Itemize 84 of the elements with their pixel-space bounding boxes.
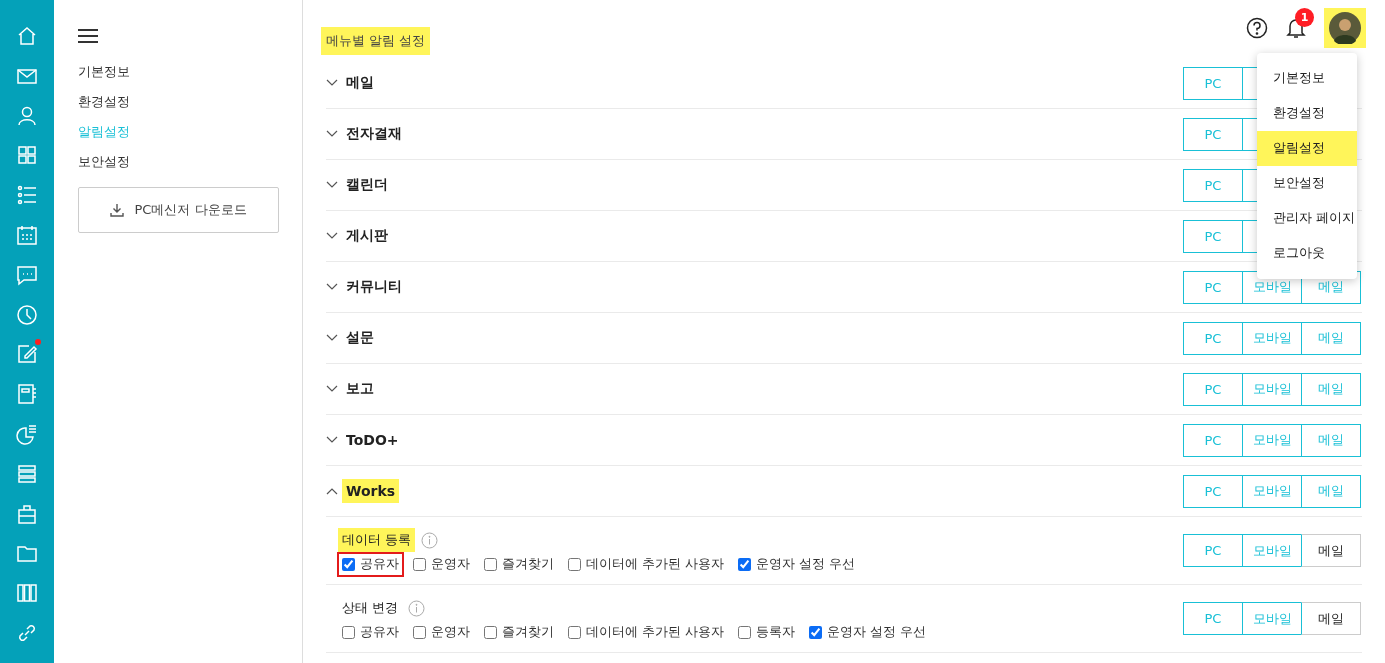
checkbox[interactable] (413, 626, 426, 639)
edit-icon[interactable] (16, 343, 38, 366)
chevron-down-icon (326, 181, 338, 189)
menu-item[interactable]: 보안설정 (1257, 166, 1357, 201)
checkbox-option[interactable]: 운영자 (408, 552, 475, 577)
subsection-title: 상태 변경 (341, 599, 400, 617)
chevron-down-icon (326, 334, 338, 342)
checkbox[interactable] (342, 626, 355, 639)
binders-icon[interactable] (16, 582, 38, 605)
section-toggle[interactable]: 설문 (326, 325, 378, 351)
home-icon[interactable] (16, 25, 38, 47)
channel-toggle[interactable]: 메일 (1301, 534, 1361, 567)
option-label: 공유자 (360, 556, 399, 573)
menu-item[interactable]: 로그아웃 (1257, 236, 1357, 271)
option-label: 운영자 설정 우선 (755, 556, 855, 573)
help-icon[interactable] (1246, 17, 1268, 39)
checkbox-option[interactable]: 운영자 (408, 620, 475, 645)
option-label: 데이터에 추가된 사용자 (586, 624, 724, 641)
sidebar-item[interactable]: 기본정보 (78, 62, 130, 82)
checkbox-option[interactable]: 즐겨찾기 (479, 620, 559, 645)
info-icon[interactable] (421, 531, 439, 549)
checkbox-option[interactable]: 즐겨찾기 (479, 552, 559, 577)
section-toggle[interactable]: 보고 (326, 376, 378, 402)
checkbox[interactable] (568, 626, 581, 639)
checkbox[interactable] (342, 558, 355, 571)
checkbox[interactable] (737, 558, 751, 571)
section-toggle[interactable]: 게시판 (326, 223, 392, 249)
checkbox-option[interactable]: 운영자 설정 우선 (803, 620, 931, 645)
option-label: 즐겨찾기 (502, 556, 554, 573)
calendar-icon[interactable] (16, 224, 38, 246)
section-toggle[interactable]: 캘린더 (326, 172, 392, 198)
checkbox[interactable] (568, 558, 581, 571)
info-icon[interactable] (408, 599, 426, 617)
menu-item[interactable]: 기본정보 (1257, 61, 1357, 96)
section-toggle[interactable]: 메일 (326, 70, 378, 96)
checkbox-option[interactable]: 등록자 (732, 620, 800, 645)
checkbox-option[interactable]: 공유자 (337, 620, 404, 645)
option-label: 공유자 (360, 624, 399, 641)
checkbox[interactable] (808, 626, 822, 639)
checkbox-option[interactable]: 데이터에 추가된 사용자 (563, 552, 729, 577)
checkbox-option[interactable]: 운영자 설정 우선 (732, 552, 860, 577)
sidebar-item[interactable]: 환경설정 (78, 92, 130, 112)
stack-icon[interactable] (16, 462, 38, 485)
subsection-title: 데이터 등록 (338, 528, 416, 552)
checkbox-option[interactable]: 데이터에 추가된 사용자 (563, 620, 729, 645)
list-icon[interactable] (16, 184, 38, 207)
menu-item[interactable]: 관리자 페이지 (1257, 201, 1357, 236)
menu-icon[interactable] (78, 28, 98, 44)
chevron-down-icon (326, 79, 338, 87)
chevron-down-icon (326, 436, 338, 444)
chevron-up-icon (326, 487, 338, 495)
checkbox[interactable] (484, 626, 497, 639)
option-label: 운영자 (431, 624, 470, 641)
checkbox[interactable] (737, 626, 751, 639)
option-label: 운영자 설정 우선 (826, 624, 926, 641)
section-toggle[interactable]: ToDO+ (326, 428, 403, 452)
sidebar-item[interactable]: 보안설정 (78, 152, 130, 172)
option-label: 데이터에 추가된 사용자 (586, 556, 724, 573)
chevron-down-icon (326, 130, 338, 138)
option-label: 등록자 (755, 624, 795, 641)
section-toggle[interactable]: 전자결재 (326, 121, 406, 147)
chevron-down-icon (326, 385, 338, 393)
section-toggle[interactable]: 커뮤니티 (326, 274, 406, 300)
checkbox[interactable] (413, 558, 426, 571)
chevron-down-icon (326, 232, 338, 240)
menu-item[interactable]: 환경설정 (1257, 96, 1357, 131)
notification-badge: 1 (1295, 8, 1314, 27)
person-icon[interactable] (16, 104, 38, 127)
chat-icon[interactable] (16, 263, 38, 286)
checkbox[interactable] (484, 558, 497, 571)
grid-icon[interactable] (16, 144, 38, 167)
option-label: 운영자 (431, 556, 470, 573)
chevron-down-icon (326, 283, 338, 291)
menu-item[interactable]: 알림설정 (1257, 131, 1357, 166)
chart-icon[interactable] (16, 422, 38, 445)
page-title: 메뉴별 알림 설정 (321, 27, 431, 55)
briefcase-icon[interactable] (16, 502, 38, 525)
download-button[interactable]: PC메신저 다운로드 (78, 187, 279, 233)
option-label: 즐겨찾기 (502, 624, 554, 641)
channel-toggle[interactable]: 메일 (1301, 602, 1361, 635)
note-icon[interactable] (16, 383, 38, 406)
download-icon (110, 203, 125, 217)
clock-icon[interactable] (16, 303, 38, 326)
checkbox-option[interactable]: 공유자 (337, 552, 404, 577)
